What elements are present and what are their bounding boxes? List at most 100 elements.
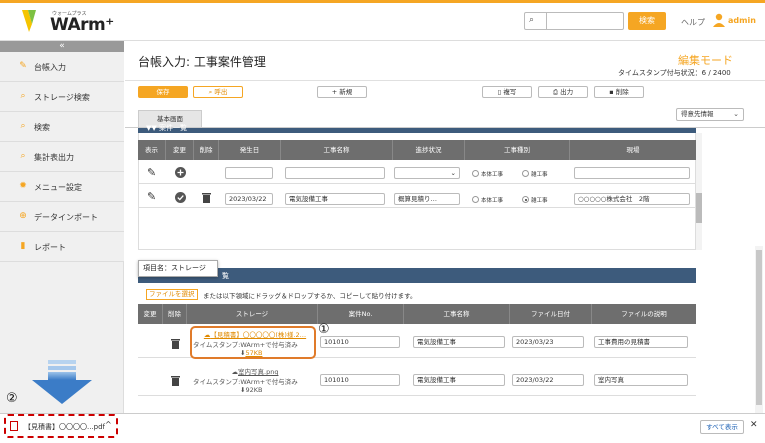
sidebar-item-search[interactable]: ⌕ 検索 [0, 112, 124, 142]
project-name-input[interactable]: 電気設備工事 [413, 336, 505, 348]
project-no-input[interactable]: 101010 [320, 374, 400, 386]
sidebar-item-ledger-input[interactable]: ✎ 台帳入力 [0, 52, 124, 82]
search-input[interactable]: ⌕ [524, 12, 624, 30]
storage-list-title: 覧 [222, 272, 229, 280]
column-header: 変更 [138, 304, 163, 324]
save-button[interactable]: 保存 [138, 86, 188, 98]
search-icon: ⌕ [20, 121, 26, 131]
close-icon[interactable]: ✕ [750, 420, 758, 430]
project-name-input[interactable] [285, 167, 385, 179]
tooltip: 項目名：ストレージ [138, 260, 218, 277]
sidebar-item-label: データインポート [34, 213, 98, 222]
sidebar-item-storage-search[interactable]: ⌕ ストレージ検索 [0, 82, 124, 112]
column-header: 工事種別 [465, 140, 570, 160]
pencil-icon: ✎ [19, 61, 27, 71]
site-input[interactable] [574, 167, 690, 179]
column-header: 削除 [194, 140, 219, 160]
radio-label: 本体工事 [481, 198, 504, 204]
user-name[interactable]: admin [728, 16, 756, 25]
user-icon[interactable] [713, 13, 725, 27]
sidebar-item-label: 検索 [34, 123, 50, 132]
plus-circle-icon[interactable] [175, 167, 186, 178]
gear-icon: ✹ [19, 181, 27, 191]
column-header: 変更 [166, 140, 194, 160]
trash-icon[interactable] [202, 192, 211, 203]
file-description-input[interactable]: 室内写真 [594, 374, 688, 386]
search-button[interactable]: 検索 [628, 12, 666, 30]
radio-label: 雑工事 [531, 198, 548, 204]
status-select[interactable]: 概算見積り… [394, 193, 460, 205]
sidebar-item-summary-output[interactable]: ⌕ 集計表出力 [0, 142, 124, 172]
trash-icon[interactable] [171, 338, 180, 349]
radio-main-work[interactable] [472, 196, 479, 203]
chevron-up-icon[interactable]: ^ [105, 420, 112, 429]
column-header: 発生日 [219, 140, 281, 160]
radio-misc-work[interactable] [522, 196, 529, 203]
sidebar-item-menu-settings[interactable]: ✹ メニュー設定 [0, 172, 124, 202]
project-name-input[interactable]: 電気設備工事 [413, 374, 505, 386]
file-size[interactable]: ⬇92KB [240, 385, 262, 394]
panel-scrollbar[interactable] [696, 133, 702, 250]
column-header: ファイルの説明 [621, 310, 667, 318]
edit-mode-label: 編集モード [678, 54, 733, 67]
new-button[interactable]: + 新規 [317, 86, 367, 98]
file-date-input[interactable]: 2023/03/23 [512, 336, 584, 348]
radio-label: 雑工事 [531, 172, 548, 178]
radio-main-work[interactable] [472, 170, 479, 177]
scrollbar-thumb[interactable] [756, 250, 762, 405]
storage-file-link[interactable]: ☁室内写真.png [195, 366, 315, 376]
site-input[interactable]: ○○○○○株式会社 2階 [574, 193, 690, 205]
view-select-value: 得意先情報 [681, 110, 714, 118]
column-header: ストレージ [187, 304, 318, 324]
arrow-down-icon [32, 360, 92, 404]
file-select-button[interactable]: ファイルを選択 [146, 289, 198, 300]
radio-misc-work[interactable] [522, 170, 529, 177]
drop-instructions: または以下領域にドラッグ＆ドロップするか、コピーして貼り付けます。 [203, 292, 417, 300]
annotation-two: ② [6, 391, 18, 406]
sidebar-item-label: レポート [34, 243, 66, 252]
sidebar-item-report[interactable]: ▮ レポート [0, 232, 124, 262]
download-file-name[interactable]: 【見積書】〇〇〇〇...pdf [24, 422, 105, 432]
trash-icon[interactable] [171, 375, 180, 386]
storage-table-header: 変更 削除 ストレージ 案件No. 工事名称 ファイル日付 ファイルの説明 [138, 304, 696, 324]
file-name: 室内写真.png [238, 368, 279, 376]
search-separator [546, 13, 547, 29]
search-icon: ⌕ [529, 15, 535, 25]
project-no-input[interactable]: 101010 [320, 336, 400, 348]
sidebar-collapse-button[interactable]: « [0, 41, 124, 52]
check-circle-icon[interactable] [175, 192, 186, 203]
date-input[interactable] [225, 167, 273, 179]
search-icon: ⌕ [20, 151, 26, 161]
show-all-button[interactable]: すべて表示 [700, 420, 744, 434]
annotation-one: ① [318, 322, 330, 337]
copy-button-label: 複写 [503, 88, 517, 96]
pencil-icon[interactable]: ✎ [147, 166, 156, 179]
file-date-input[interactable]: 2023/03/22 [512, 374, 584, 386]
document-icon: ▮ [20, 241, 26, 251]
sidebar-item-data-import[interactable]: ⊕ データインポート [0, 202, 124, 232]
file-description-input[interactable]: 工事費用の見積書 [594, 336, 688, 348]
file-size-label: 92KB [245, 386, 263, 394]
pdf-icon [10, 421, 18, 431]
sidebar-item-label: メニュー設定 [34, 183, 82, 192]
sidebar-item-label: 集計表出力 [34, 153, 74, 162]
view-select[interactable]: 得意先情報 ⌄ [676, 108, 744, 121]
copy-button[interactable]: ▯ 複写 [482, 86, 532, 98]
column-header: 案件No. [318, 304, 404, 324]
delete-button[interactable]: ▪ 削除 [594, 86, 644, 98]
help-link[interactable]: ヘルプ [681, 17, 705, 28]
timestamp-status: タイムスタンプ付与状況：6 / 2400 [618, 69, 731, 77]
chevron-down-icon: ⌄ [450, 169, 456, 177]
sidebar-item-label: ストレージ検索 [34, 93, 90, 102]
print-button-label: 出力 [560, 88, 574, 96]
call-button[interactable]: ⌕ 呼出 [193, 86, 243, 98]
scrollbar-thumb[interactable] [696, 193, 702, 223]
plus-circle-icon: ⊕ [19, 211, 27, 221]
project-name-input[interactable]: 電気設備工事 [285, 193, 385, 205]
status-select[interactable]: ⌄ [394, 167, 460, 179]
pencil-icon[interactable]: ✎ [147, 190, 156, 203]
logo-text[interactable]: WArm⁺ [50, 15, 114, 35]
print-button[interactable]: ⎙ 出力 [538, 86, 588, 98]
date-input[interactable]: 2023/03/22 [225, 193, 273, 205]
page-scrollbar[interactable] [755, 246, 763, 413]
